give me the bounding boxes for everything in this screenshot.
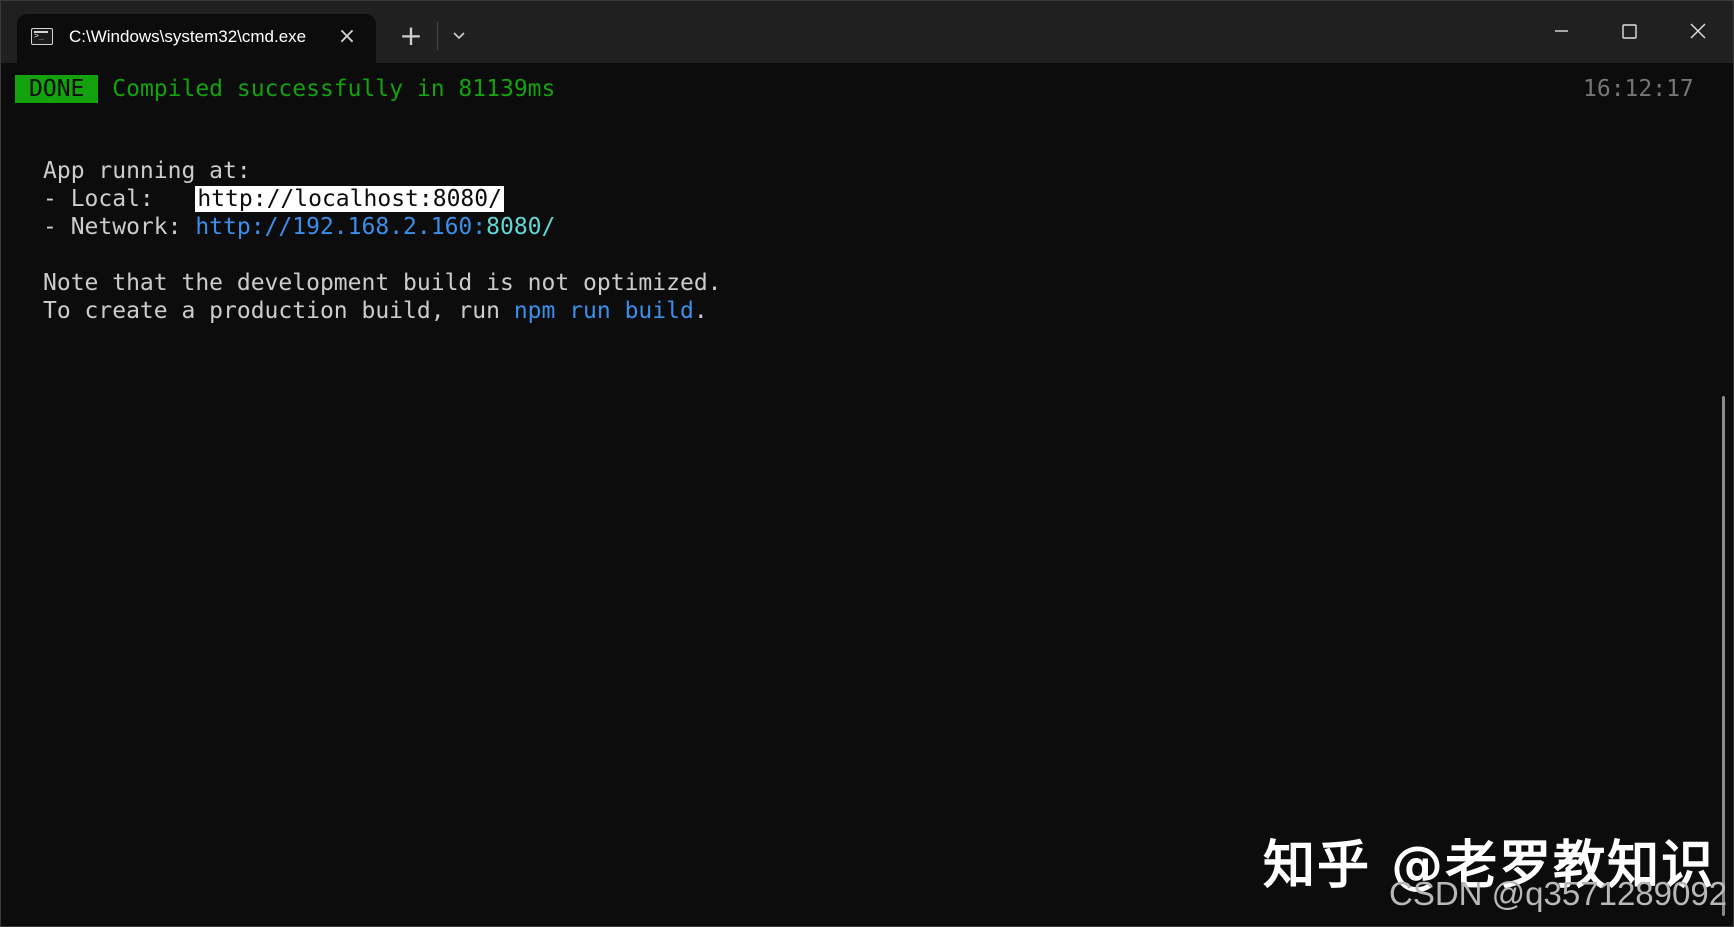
new-tab-button[interactable]: + (394, 19, 428, 53)
terminal-window: C:\Windows\system32\cmd.exe × + (0, 0, 1734, 927)
close-icon (1690, 23, 1706, 39)
timestamp: 16:12:17 (1583, 76, 1694, 102)
network-url-port[interactable]: 8080/ (486, 214, 555, 240)
local-prefix: - Local: (43, 186, 196, 212)
csdn-watermark: CSDN @q3571289092 (1389, 875, 1728, 912)
app-running-line: App running at: (43, 158, 251, 184)
done-badge: DONE (15, 75, 99, 103)
terminal-icon (31, 28, 53, 45)
terminal-output[interactable]: DONE Compiled successfully in 81139ms 16… (15, 65, 1705, 373)
prod-suffix: . (693, 298, 708, 324)
compile-message: Compiled successfully in 81139ms (112, 76, 556, 102)
close-window-button[interactable] (1672, 11, 1724, 53)
local-url-line: - Local: http://localhost:8080/ (43, 185, 504, 213)
minimize-icon (1555, 30, 1568, 32)
network-url-link[interactable]: http://192.168.2.160: (195, 214, 486, 240)
maximize-button[interactable] (1603, 11, 1655, 53)
prod-prefix: To create a production build, run (43, 298, 514, 324)
npm-command: npm run build (513, 298, 694, 324)
production-build-line: To create a production build, run npm ru… (43, 297, 708, 325)
note-line: Note that the development build is not o… (43, 270, 722, 296)
vertical-scrollbar[interactable] (1722, 396, 1725, 916)
tab-title: C:\Windows\system32\cmd.exe (69, 27, 307, 46)
network-url-line: - Network: http://192.168.2.160:8080/ (43, 213, 555, 241)
network-prefix: - Network: (43, 214, 196, 240)
tab-divider (437, 22, 438, 50)
tab-cmd[interactable]: C:\Windows\system32\cmd.exe × (17, 14, 376, 63)
chevron-down-icon[interactable] (446, 23, 472, 49)
local-url-link[interactable]: http://localhost:8080/ (195, 186, 504, 212)
compile-status-line: DONE Compiled successfully in 81139ms (15, 75, 555, 103)
minimize-button[interactable] (1535, 11, 1587, 53)
maximize-icon (1622, 24, 1637, 39)
close-tab-icon[interactable]: × (333, 23, 361, 51)
title-bar: C:\Windows\system32\cmd.exe × + (1, 1, 1733, 63)
